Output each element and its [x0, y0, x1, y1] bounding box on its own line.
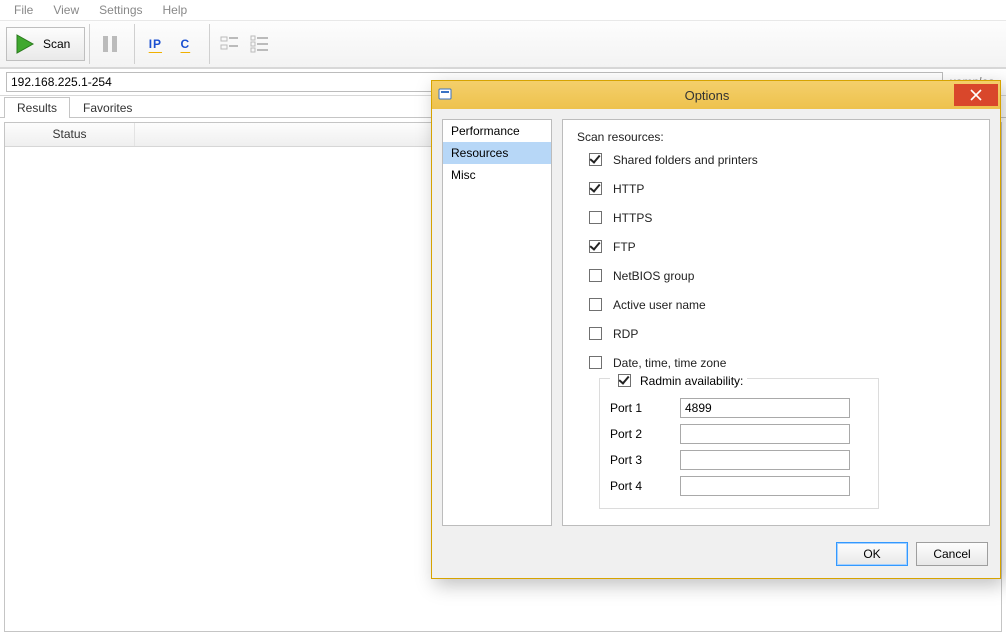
resources-panel: Scan resources: Shared folders and print… — [562, 119, 990, 526]
dialog-buttons: OK Cancel — [432, 536, 1000, 578]
port2-input[interactable] — [680, 424, 850, 444]
collapse-icon — [250, 35, 270, 53]
menu-bar: File View Settings Help — [0, 0, 1006, 20]
ip-icon: IP — [149, 37, 162, 51]
port3-label: Port 3 — [610, 453, 670, 467]
check-http-label: HTTP — [613, 182, 644, 196]
port4-input[interactable] — [680, 476, 850, 496]
toolbar-pause-group — [89, 24, 130, 64]
check-shared-label: Shared folders and printers — [613, 153, 758, 167]
port1-label: Port 1 — [610, 401, 670, 415]
toolbar: Scan IP C — [0, 20, 1006, 68]
check-rdp-row[interactable]: RDP — [585, 324, 975, 343]
port2-label: Port 2 — [610, 427, 670, 441]
pause-icon — [101, 34, 119, 54]
check-radmin-label: Radmin availability: — [640, 374, 743, 388]
tab-results[interactable]: Results — [4, 97, 70, 118]
dialog-icon — [432, 87, 460, 103]
check-netbios-label: NetBIOS group — [613, 269, 694, 283]
options-dialog: Options Performance Resources Misc Scan … — [431, 80, 1001, 579]
check-https-row[interactable]: HTTPS — [585, 208, 975, 227]
expand-icon — [220, 35, 240, 53]
pause-button[interactable] — [96, 27, 124, 61]
dialog-titlebar[interactable]: Options — [432, 81, 1000, 109]
close-icon — [970, 89, 982, 101]
category-resources[interactable]: Resources — [443, 142, 551, 164]
radmin-ports: Port 1 Port 2 Port 3 Port 4 — [610, 398, 868, 496]
check-datetime-label: Date, time, time zone — [613, 356, 726, 370]
dialog-close-button[interactable] — [954, 84, 998, 106]
check-shared-row[interactable]: Shared folders and printers — [585, 150, 975, 169]
c-icon: C — [181, 37, 191, 51]
check-username[interactable] — [589, 298, 602, 311]
check-radmin[interactable] — [618, 374, 631, 387]
check-rdp-label: RDP — [613, 327, 638, 341]
check-ftp-row[interactable]: FTP — [585, 237, 975, 256]
scan-button[interactable]: Scan — [6, 27, 85, 61]
expand-button[interactable] — [216, 27, 244, 61]
dialog-body: Performance Resources Misc Scan resource… — [432, 109, 1000, 536]
check-datetime-row[interactable]: Date, time, time zone — [585, 353, 975, 372]
port3-input[interactable] — [680, 450, 850, 470]
scan-resources-label: Scan resources: — [577, 130, 975, 144]
toolbar-ipc-group: IP C — [134, 24, 205, 64]
check-https[interactable] — [589, 211, 602, 224]
port4-label: Port 4 — [610, 479, 670, 493]
category-list: Performance Resources Misc — [442, 119, 552, 526]
port1-input[interactable] — [680, 398, 850, 418]
collapse-button[interactable] — [246, 27, 274, 61]
check-netbios-row[interactable]: NetBIOS group — [585, 266, 975, 285]
menu-settings[interactable]: Settings — [89, 1, 152, 19]
menu-file[interactable]: File — [4, 1, 43, 19]
tab-favorites[interactable]: Favorites — [70, 97, 145, 118]
menu-view[interactable]: View — [43, 1, 89, 19]
check-datetime[interactable] — [589, 356, 602, 369]
cancel-button[interactable]: Cancel — [916, 542, 988, 566]
check-ftp[interactable] — [589, 240, 602, 253]
category-performance[interactable]: Performance — [443, 120, 551, 142]
play-icon — [13, 32, 37, 56]
col-status[interactable]: Status — [5, 123, 135, 146]
app-icon — [438, 87, 454, 103]
toolbar-view-group — [209, 24, 280, 64]
radmin-group: Radmin availability: Port 1 Port 2 Port … — [599, 378, 879, 509]
check-radmin-row[interactable]: Radmin availability: — [610, 371, 747, 390]
ip-button[interactable]: IP — [141, 27, 169, 61]
check-username-row[interactable]: Active user name — [585, 295, 975, 314]
c-button[interactable]: C — [171, 27, 199, 61]
check-username-label: Active user name — [613, 298, 706, 312]
category-misc[interactable]: Misc — [443, 164, 551, 186]
check-netbios[interactable] — [589, 269, 602, 282]
check-http-row[interactable]: HTTP — [585, 179, 975, 198]
check-http[interactable] — [589, 182, 602, 195]
check-rdp[interactable] — [589, 327, 602, 340]
scan-button-label: Scan — [43, 37, 70, 51]
check-shared[interactable] — [589, 153, 602, 166]
dialog-title: Options — [460, 88, 954, 103]
menu-help[interactable]: Help — [153, 1, 198, 19]
check-ftp-label: FTP — [613, 240, 636, 254]
check-https-label: HTTPS — [613, 211, 652, 225]
ok-button[interactable]: OK — [836, 542, 908, 566]
